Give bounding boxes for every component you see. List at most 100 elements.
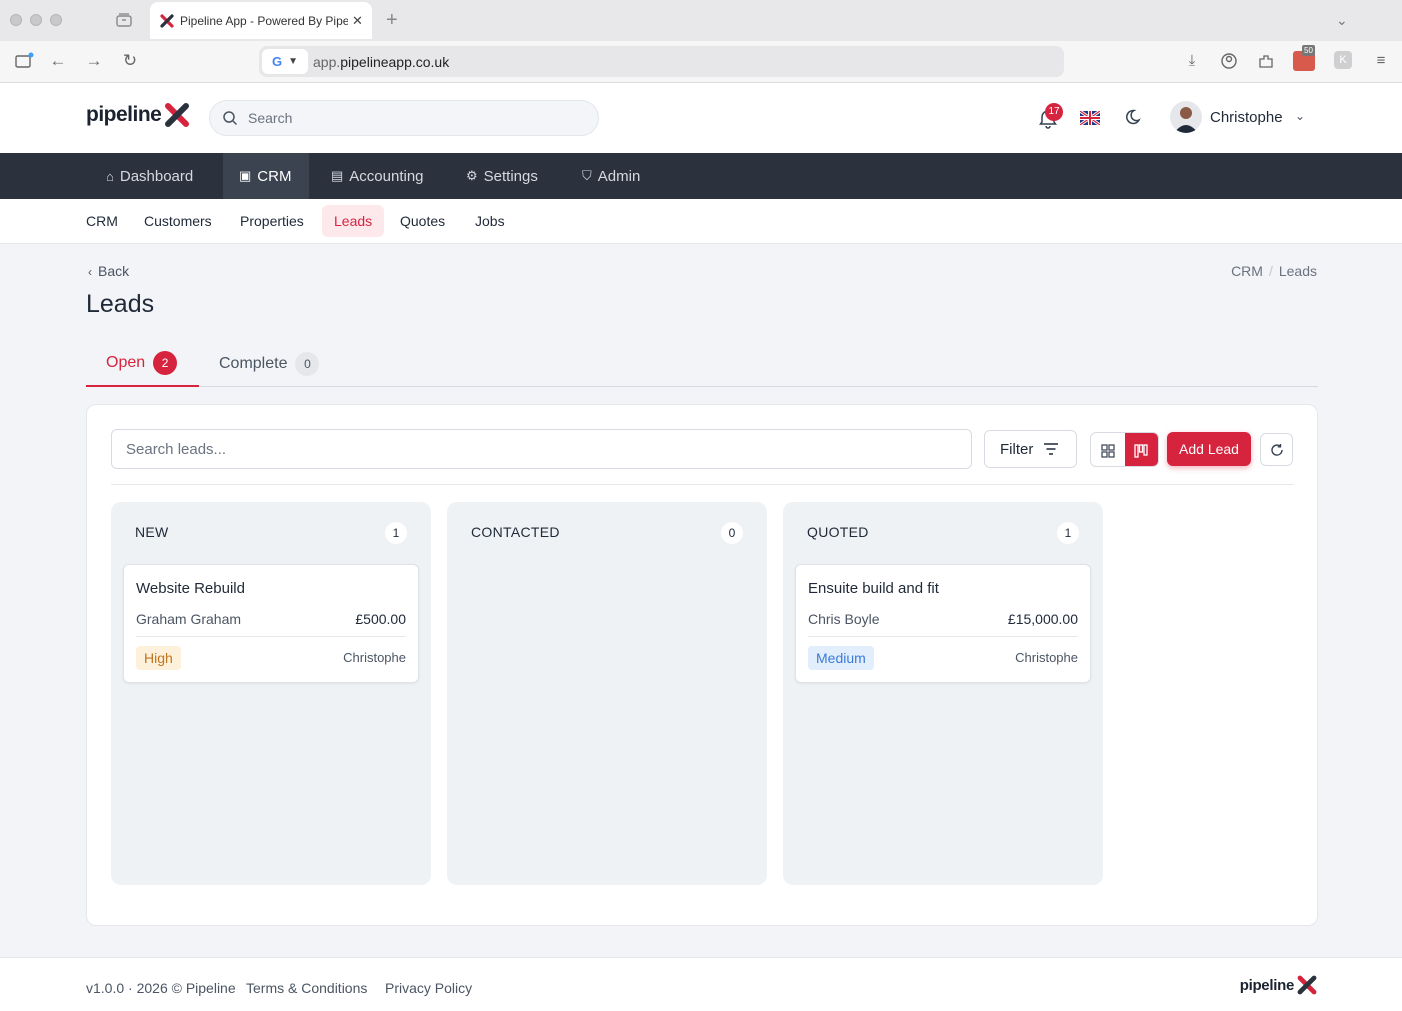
column-count: 1 bbox=[1057, 522, 1079, 544]
download-icon[interactable]: ⤓ bbox=[1182, 51, 1202, 71]
dark-mode-moon-icon[interactable] bbox=[1126, 108, 1144, 126]
user-avatar-icon bbox=[1174, 107, 1198, 133]
pipeline-x-logo-icon bbox=[1297, 975, 1317, 995]
user-menu-name[interactable]: Christophe bbox=[1210, 109, 1283, 126]
add-lead-button[interactable]: Add Lead bbox=[1167, 432, 1251, 466]
tab-open-count: 2 bbox=[153, 350, 178, 375]
card-divider bbox=[136, 636, 406, 637]
sidebar-toggle-icon[interactable] bbox=[14, 51, 34, 71]
footer-terms-link[interactable]: Terms & Conditions bbox=[246, 980, 367, 996]
kanban-icon bbox=[1134, 443, 1148, 458]
main-nav-crm[interactable]: ▣ CRM bbox=[223, 153, 309, 199]
google-icon: G bbox=[271, 54, 283, 69]
column-title: NEW bbox=[135, 524, 169, 540]
browser-toolbar: ← → ↻ G ▼ app.pipelineapp.co.uk ⤓ 50 K ≡ bbox=[0, 41, 1402, 83]
tab-list-chevron-icon[interactable]: ⌄ bbox=[1336, 12, 1348, 29]
reload-icon[interactable]: ↻ bbox=[120, 51, 140, 71]
footer-copyright: v1.0.0 · 2026 © Pipeline bbox=[86, 980, 236, 996]
main-nav-admin[interactable]: ⛉ Admin bbox=[566, 153, 656, 199]
window-close-button[interactable] bbox=[10, 14, 22, 26]
lead-search-input[interactable] bbox=[111, 429, 972, 469]
lead-title: Website Rebuild bbox=[136, 580, 245, 597]
breadcrumb-leads: Leads bbox=[1278, 263, 1317, 279]
footer-brand-wordmark: pipeline bbox=[1239, 976, 1295, 994]
card-divider bbox=[808, 636, 1078, 637]
lead-owner: Christophe bbox=[343, 650, 406, 665]
chevron-down-icon: ▼ bbox=[288, 56, 299, 67]
filter-lines-icon bbox=[1044, 443, 1059, 455]
chevron-down-icon[interactable]: ⌄ bbox=[1295, 109, 1305, 123]
toolbar-divider bbox=[111, 484, 1294, 485]
notifications-count-badge: 17 bbox=[1045, 103, 1063, 121]
main-nav-settings[interactable]: ⚙ Settings bbox=[450, 153, 554, 199]
column-count: 1 bbox=[385, 522, 407, 544]
main-nav-label: Admin bbox=[597, 167, 641, 185]
new-tab-icon[interactable]: + bbox=[386, 9, 398, 32]
account-icon[interactable] bbox=[1219, 51, 1239, 71]
sub-nav-quotes[interactable]: Quotes bbox=[388, 205, 457, 237]
breadcrumb-crm[interactable]: CRM bbox=[1231, 263, 1263, 279]
shield-icon: ⛉ bbox=[582, 168, 592, 183]
tab-close-icon[interactable]: ✕ bbox=[352, 13, 363, 29]
column-title: QUOTED bbox=[807, 524, 869, 540]
tab-open-label: Open bbox=[106, 353, 146, 371]
main-nav-label: Accounting bbox=[349, 167, 424, 185]
main-nav: ⌂ Dashboard ▣ CRM ▤ Accounting ⚙ Setting… bbox=[0, 153, 1402, 199]
menu-icon[interactable]: ≡ bbox=[1371, 51, 1391, 71]
grid-view-button[interactable] bbox=[1091, 433, 1125, 466]
kanban-view-button[interactable] bbox=[1124, 433, 1158, 466]
column-count: 0 bbox=[721, 522, 743, 544]
sub-nav-crm[interactable]: CRM bbox=[74, 205, 130, 237]
tab-open[interactable]: Open 2 bbox=[86, 340, 199, 387]
breadcrumb-separator: / bbox=[1268, 263, 1273, 279]
refresh-button[interactable] bbox=[1260, 433, 1293, 466]
filter-button[interactable]: Filter bbox=[984, 430, 1077, 468]
window-zoom-button[interactable] bbox=[50, 14, 62, 26]
main-nav-dashboard[interactable]: ⌂ Dashboard bbox=[90, 153, 209, 199]
lead-title: Ensuite build and fit bbox=[808, 580, 939, 597]
sub-nav-customers[interactable]: Customers bbox=[132, 205, 224, 237]
column-title: CONTACTED bbox=[471, 524, 560, 540]
sub-nav-jobs[interactable]: Jobs bbox=[463, 205, 517, 237]
lead-card[interactable]: Ensuite build and fit Chris Boyle £15,00… bbox=[795, 564, 1091, 683]
back-arrow-icon[interactable]: ← bbox=[48, 51, 68, 71]
avatar[interactable] bbox=[1170, 101, 1202, 133]
app-header: pipeline Search 17 Christophe ⌄ bbox=[0, 83, 1402, 153]
global-search-input[interactable]: Search bbox=[209, 100, 599, 136]
main-nav-accounting[interactable]: ▤ Accounting bbox=[315, 153, 440, 199]
uk-flag-icon[interactable] bbox=[1080, 111, 1100, 125]
app-logo[interactable]: pipeline bbox=[86, 101, 191, 129]
column-new: NEW 1 Website Rebuild Graham Graham £500… bbox=[111, 502, 431, 885]
chevron-left-icon: ‹ bbox=[88, 265, 92, 279]
search-icon bbox=[223, 111, 238, 126]
grid-icon bbox=[1101, 443, 1115, 458]
main-nav-label: Settings bbox=[483, 167, 538, 185]
sub-nav-properties[interactable]: Properties bbox=[228, 205, 316, 237]
tab-complete[interactable]: Complete 0 bbox=[219, 340, 320, 387]
pipeline-x-logo-icon bbox=[165, 103, 190, 127]
back-label: Back bbox=[98, 263, 130, 279]
browser-tab-active[interactable]: Pipeline App - Powered By Pipeline ✕ bbox=[150, 2, 372, 39]
tab-overview-icon[interactable] bbox=[115, 12, 133, 28]
browser-tab-title: Pipeline App - Powered By Pipeline bbox=[180, 13, 348, 28]
browser-tab-strip: Pipeline App - Powered By Pipeline ✕ + ⌄ bbox=[0, 0, 1402, 41]
extension-calendar-icon[interactable]: 50 bbox=[1293, 45, 1315, 71]
window-minimize-button[interactable] bbox=[30, 14, 42, 26]
sub-nav-leads[interactable]: Leads bbox=[322, 205, 385, 237]
extension-k-icon[interactable]: K bbox=[1334, 51, 1352, 69]
column-contacted: CONTACTED 0 bbox=[447, 502, 767, 885]
lead-value: £15,000.00 bbox=[1007, 611, 1078, 627]
main-nav-label: Dashboard bbox=[119, 167, 194, 185]
footer-logo: pipeline bbox=[1240, 974, 1318, 996]
pipeline-favicon-icon bbox=[160, 13, 174, 28]
forward-arrow-icon[interactable]: → bbox=[84, 51, 104, 71]
footer-privacy-link[interactable]: Privacy Policy bbox=[385, 980, 472, 996]
search-engine-selector[interactable]: G ▼ bbox=[262, 49, 308, 74]
back-link[interactable]: ‹ Back bbox=[88, 263, 129, 279]
extensions-icon[interactable] bbox=[1256, 51, 1276, 71]
url-text: app.pipelineapp.co.uk bbox=[313, 53, 450, 70]
lead-card[interactable]: Website Rebuild Graham Graham £500.00 Hi… bbox=[123, 564, 419, 683]
address-bar[interactable]: G ▼ app.pipelineapp.co.uk bbox=[259, 46, 1064, 77]
priority-badge: High bbox=[136, 646, 181, 670]
status-tabs: Open 2 Complete 0 bbox=[86, 340, 1318, 387]
